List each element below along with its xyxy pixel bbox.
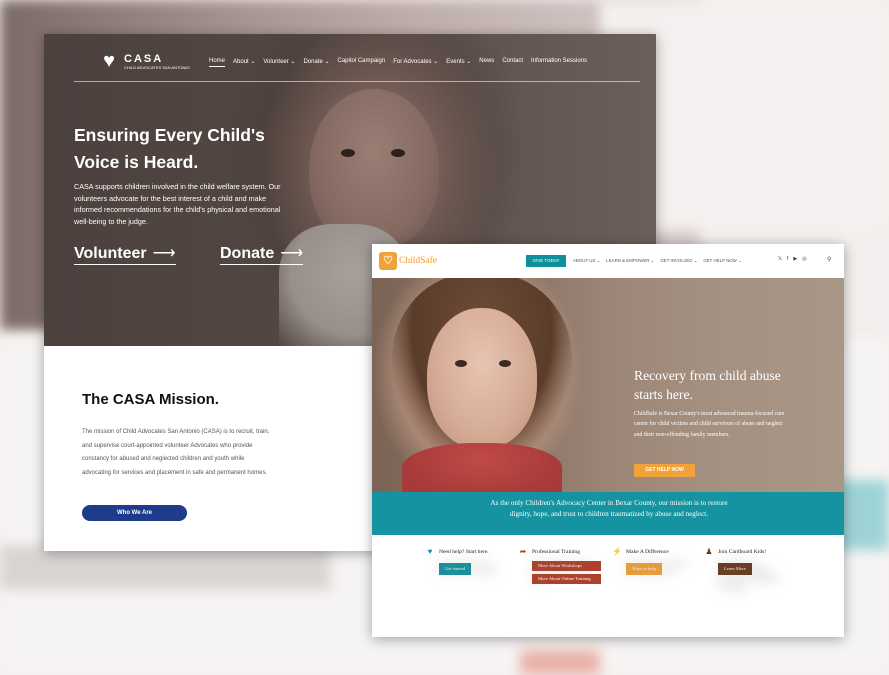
casa-logo-tagline: CHILD ADVOCATES SAN ANTONIO	[124, 64, 190, 70]
feature-body: Join ChildSafe's yearly Cardboard Kids C…	[718, 562, 781, 592]
feature-column: ⚡ Make A Difference Donate, volunteer and…	[612, 547, 690, 575]
heart-icon: ♥	[427, 547, 433, 556]
nav-divider	[74, 81, 640, 82]
twitter-icon[interactable]: 𝕏	[778, 256, 782, 262]
casa-logo[interactable]: ♥ CASA CHILD ADVOCATES SAN ANTONIO	[98, 49, 190, 73]
arrow-right-icon: ⟶	[280, 245, 304, 262]
social-links: 𝕏 f ▶ ◎	[778, 256, 807, 262]
hero-body: ChildSafe is Bexar County's most advance…	[634, 411, 785, 438]
casa-main-nav: Home About ⌄ Volunteer ⌄ Donate ⌄ Capito…	[209, 58, 587, 67]
donate-link-label: Donate	[220, 245, 275, 262]
nav-contact[interactable]: Contact	[502, 58, 523, 67]
hero-photo-eye	[455, 360, 467, 367]
mission-title: The CASA Mission.	[82, 391, 219, 408]
childsafe-logo-name: ChildSafe	[399, 256, 437, 266]
donate-link[interactable]: Donate ⟶	[220, 243, 304, 265]
casa-logo-name: CASA	[124, 52, 164, 65]
blurred-backdrop	[0, 545, 330, 590]
mission-band-text: As the only Children's Advocacy Center i…	[490, 499, 728, 518]
nav-news[interactable]: News	[479, 58, 494, 67]
childsafe-website-card: Recovery from child abuse starts here. C…	[372, 244, 844, 637]
lightning-icon: ⚡	[612, 547, 622, 556]
screenshot-stage: ♥ CASA CHILD ADVOCATES SAN ANTONIO Home …	[0, 0, 889, 675]
cs-header: ♡ ChildSafe GIVE TODAY ABOUT US ⌄ LEARN …	[372, 244, 844, 278]
feature-title: Join Cardboard Kids!	[718, 549, 767, 555]
mission-body: The mission of Child Advocates San Anton…	[82, 429, 270, 476]
cs-hero: Recovery from child abuse starts here. C…	[372, 273, 844, 514]
arrow-right-icon: ⟶	[152, 245, 176, 262]
nav-donate[interactable]: Donate ⌄	[303, 58, 329, 67]
give-today-button[interactable]: GIVE TODAY	[526, 255, 566, 267]
feature-column: ♥ Need help? Start here. What to expect, …	[425, 547, 503, 575]
nav-get-help-now[interactable]: GET HELP NOW ⌄	[703, 258, 741, 264]
hero-body: CASA supports children involved in the c…	[74, 182, 281, 226]
childsafe-logo[interactable]: ♡ ChildSafe	[379, 252, 437, 270]
facebook-icon[interactable]: f	[787, 256, 788, 262]
feature-body: What to expect, services we provide, and…	[439, 562, 499, 576]
blurred-backdrop	[520, 650, 600, 675]
hero-headline: Ensuring Every Child's Voice is Heard.	[74, 125, 265, 172]
hero-photo-shirt	[402, 443, 562, 498]
volunteer-link-label: Volunteer	[74, 245, 147, 262]
feature-body: Donate, volunteer and learn more about t…	[626, 562, 689, 576]
cs-main-nav: ABOUT US ⌄ LEARN & EMPOWER ⌄ GET INVOLVE…	[573, 258, 742, 264]
nav-capitol-campaign[interactable]: Capitol Campaign	[338, 58, 386, 67]
volunteer-link[interactable]: Volunteer ⟶	[74, 243, 176, 265]
youtube-icon[interactable]: ▶	[793, 256, 797, 262]
feature-body: ChildSafe provides online and in-person …	[532, 562, 596, 584]
hero-headline: Recovery from child abuse starts here.	[634, 368, 781, 402]
nav-learn-empower[interactable]: LEARN & EMPOWER ⌄	[606, 258, 654, 264]
nav-volunteer[interactable]: Volunteer ⌄	[263, 58, 295, 67]
search-icon[interactable]: ⚲	[827, 256, 831, 263]
nav-get-involved[interactable]: GET INVOLVED ⌄	[660, 258, 697, 264]
feature-title: Make A Difference	[626, 549, 669, 555]
feature-column: ➦ Professional Training ChildSafe provide…	[518, 547, 601, 584]
who-we-are-button[interactable]: Who We Are	[82, 505, 187, 521]
cardboard-kid-icon: ♟	[705, 547, 713, 556]
nav-information-sessions[interactable]: Information Sessions	[531, 58, 587, 67]
nav-home[interactable]: Home	[209, 58, 226, 67]
get-help-now-button[interactable]: GET HELP NOW	[634, 464, 695, 477]
childsafe-logo-icon: ♡	[379, 252, 397, 270]
nav-for-advocates[interactable]: For Advocates ⌄	[393, 58, 438, 67]
feature-title: Need help? Start here.	[439, 549, 489, 555]
share-arrow-icon: ➦	[519, 547, 527, 556]
feature-column: ♟ Join Cardboard Kids! Join ChildSafe's y…	[704, 547, 782, 592]
hero-photo-eye	[499, 360, 511, 367]
feature-title: Professional Training	[532, 549, 581, 555]
nav-events[interactable]: Events ⌄	[446, 58, 471, 67]
instagram-icon[interactable]: ◎	[802, 256, 806, 262]
casa-heart-figure-icon: ♥	[103, 50, 115, 72]
nav-about-us[interactable]: ABOUT US ⌄	[573, 258, 600, 264]
hero-photo-child	[427, 308, 537, 448]
nav-about[interactable]: About ⌄	[233, 58, 255, 67]
